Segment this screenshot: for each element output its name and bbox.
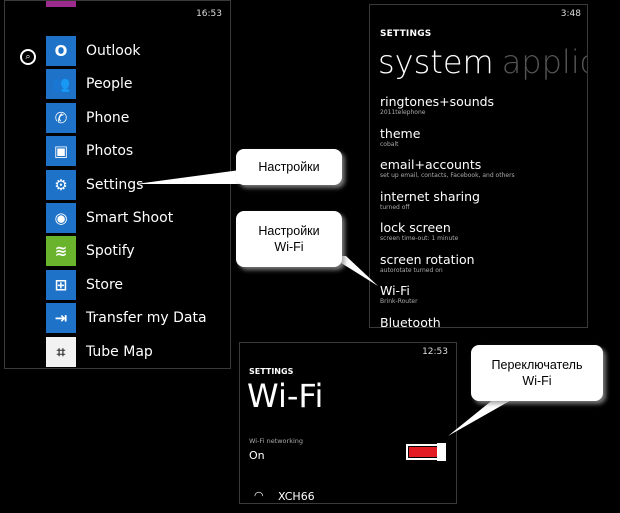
callout-text-line2: Wi-Fi: [522, 374, 552, 388]
callout-text: Настройки: [258, 160, 320, 174]
callout-pointer-settings: [136, 170, 240, 184]
callout-wifi-switch: Переключатель Wi-Fi: [471, 345, 603, 401]
callout-wifi-settings: Настройки Wi-Fi: [236, 211, 342, 267]
callout-settings: Настройки: [236, 149, 342, 185]
callout-text-line1: Переключатель: [491, 358, 583, 372]
callout-pointer-wifi-switch: [448, 398, 515, 436]
callout-text-line2: Wi-Fi: [274, 240, 304, 254]
callout-text-line1: Настройки: [258, 224, 320, 238]
